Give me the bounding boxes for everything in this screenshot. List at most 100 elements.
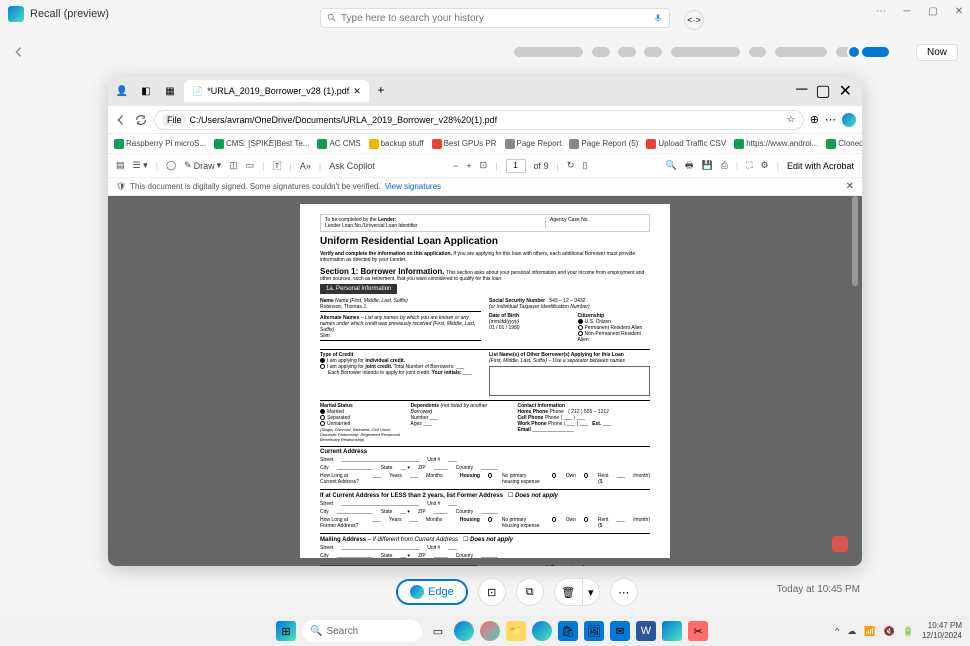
print-icon[interactable]: 🖶 bbox=[685, 158, 694, 174]
highlight-icon[interactable]: ▭ bbox=[246, 160, 255, 171]
refresh-icon[interactable] bbox=[134, 113, 148, 127]
text-icon[interactable]: 🅃 bbox=[273, 159, 282, 172]
page-view-icon[interactable]: ▯ bbox=[582, 160, 587, 171]
more-button[interactable]: ⋯ bbox=[874, 4, 888, 18]
bookmark-item[interactable]: Page Report (5) bbox=[569, 139, 638, 149]
favorite-icon[interactable]: ☆ bbox=[787, 114, 795, 125]
save-as-icon[interactable]: ⎙ bbox=[721, 160, 728, 171]
recall-search-bar[interactable] bbox=[320, 8, 670, 28]
menu-icon[interactable]: ⋯ bbox=[825, 113, 836, 126]
profile-icon[interactable]: 👤 bbox=[112, 81, 132, 101]
browser-minimize[interactable]: ─ bbox=[796, 81, 807, 101]
address-bar[interactable]: File C:/Users/avram/OneDrive/Documents/U… bbox=[154, 110, 804, 130]
edge-icon bbox=[410, 585, 424, 599]
tab-actions-icon[interactable]: ▦ bbox=[160, 81, 180, 101]
store-icon[interactable]: 🛍 bbox=[558, 621, 578, 641]
browser-close[interactable]: ✕ bbox=[839, 81, 852, 101]
recall-taskbar-icon[interactable] bbox=[662, 621, 682, 641]
maximize-button[interactable]: ▢ bbox=[926, 4, 940, 18]
snip-icon[interactable]: ✂ bbox=[688, 621, 708, 641]
bookmark-item[interactable]: CMS: [SPIKE]Best Te... bbox=[214, 139, 309, 149]
recall-search-input[interactable] bbox=[341, 13, 649, 24]
edit-acrobat-button[interactable]: Edit with Acrobat bbox=[787, 161, 854, 171]
draw-color-icon[interactable]: ◯ bbox=[166, 160, 176, 171]
fit-icon[interactable]: ⊡ bbox=[480, 160, 488, 171]
settings-icon[interactable]: ⚙ bbox=[761, 160, 769, 171]
contents-icon[interactable]: ☰ ▾ bbox=[133, 160, 148, 171]
page-total: of 9 bbox=[534, 161, 549, 171]
mic-icon[interactable] bbox=[653, 13, 663, 23]
fullscreen-icon[interactable]: ⛶ bbox=[746, 160, 752, 171]
page-input[interactable] bbox=[506, 159, 526, 173]
close-button[interactable]: ✕ bbox=[952, 4, 966, 18]
screenshot-button[interactable]: ⊡ bbox=[478, 578, 506, 606]
edge-taskbar-icon[interactable] bbox=[454, 621, 474, 641]
save-badge-icon[interactable] bbox=[832, 536, 848, 552]
volume-icon[interactable]: 🔇 bbox=[884, 626, 895, 637]
minimize-button[interactable]: ─ bbox=[900, 4, 914, 18]
bookmark-item[interactable]: Raspberry Pi microS... bbox=[114, 139, 206, 149]
onedrive-icon[interactable]: ☁ bbox=[847, 626, 856, 637]
search-icon: 🔍 bbox=[310, 626, 322, 637]
wifi-icon[interactable]: 📶 bbox=[864, 626, 875, 637]
ask-copilot-button[interactable]: Ask Copilot bbox=[329, 161, 375, 171]
explorer-icon[interactable]: 📁 bbox=[506, 621, 526, 641]
bookmark-item[interactable]: Cloned AOP articles bbox=[826, 139, 862, 149]
draw-button[interactable]: ✎ Draw ▾ bbox=[184, 160, 221, 171]
timeline-playhead[interactable] bbox=[847, 45, 861, 59]
search-icon bbox=[327, 13, 337, 23]
view-signatures-link[interactable]: View signatures bbox=[385, 182, 441, 191]
zoom-out-icon[interactable]: − bbox=[453, 161, 458, 171]
battery-icon[interactable]: 🔋 bbox=[903, 626, 914, 637]
browser-maximize[interactable]: ▢ bbox=[815, 81, 830, 101]
bookmark-item[interactable]: Best GPUs PR bbox=[432, 139, 497, 149]
bookmark-item[interactable]: Page Report bbox=[505, 139, 562, 149]
rotate-icon[interactable]: ↻ bbox=[567, 160, 575, 171]
browser-tab[interactable]: 📄 *URLA_2019_Borrower_v28 (1).pdf ✕ bbox=[184, 80, 369, 102]
bookmarks-bar: Raspberry Pi microS... CMS: [SPIKE]Best T… bbox=[108, 134, 862, 154]
pdf-viewport[interactable]: To be completed by the Lender:Lender Loa… bbox=[108, 196, 862, 566]
address-prefix: File bbox=[163, 114, 186, 126]
bookmark-item[interactable]: AC CMS bbox=[317, 139, 360, 149]
tab-close-icon[interactable]: ✕ bbox=[353, 86, 361, 97]
snapshot-timestamp: Today at 10:45 PM bbox=[777, 584, 860, 595]
copilot-icon[interactable] bbox=[842, 113, 856, 127]
delete-dropdown[interactable]: ▾ bbox=[582, 578, 600, 606]
new-tab-button[interactable]: + bbox=[373, 83, 389, 99]
task-view-icon[interactable]: ▭ bbox=[428, 621, 448, 641]
tray-chevron-icon[interactable]: ^ bbox=[835, 626, 839, 636]
read-aloud-icon[interactable]: A» bbox=[300, 161, 311, 171]
bookmark-item[interactable]: Upload Traffic CSV bbox=[646, 139, 726, 149]
photos-icon[interactable]: 🖼 bbox=[584, 621, 604, 641]
other-borrowers-box bbox=[489, 366, 650, 396]
shield-icon: 🛡 bbox=[116, 182, 126, 191]
bookmark-item[interactable]: https://www.androi... bbox=[734, 139, 818, 149]
edge2-icon[interactable] bbox=[532, 621, 552, 641]
back-nav-icon[interactable] bbox=[114, 113, 128, 127]
code-bracket-button[interactable]: <·> bbox=[684, 10, 704, 30]
start-button[interactable]: ⊞ bbox=[276, 621, 296, 641]
more-actions-button[interactable]: ⋯ bbox=[610, 578, 638, 606]
pdf-tab-1a: 1a. Personal Information bbox=[320, 284, 397, 294]
find-icon[interactable]: 🔍 bbox=[666, 160, 677, 171]
taskbar-clock[interactable]: 10:47 PM 12/10/2024 bbox=[922, 621, 962, 640]
pdf-scrollbar[interactable] bbox=[852, 196, 860, 566]
bookmark-item[interactable]: backup stuff bbox=[369, 139, 424, 149]
copilot-taskbar-icon[interactable] bbox=[480, 621, 500, 641]
zoom-in-icon[interactable]: + bbox=[466, 161, 471, 171]
signature-close-icon[interactable]: ✕ bbox=[846, 181, 854, 192]
sidebar-toggle-icon[interactable]: ▤ bbox=[116, 160, 125, 171]
word-icon[interactable]: W bbox=[636, 621, 656, 641]
back-arrow-icon[interactable] bbox=[12, 45, 26, 59]
delete-button[interactable]: 🗑 bbox=[554, 578, 582, 606]
save-icon[interactable]: 💾 bbox=[701, 160, 712, 171]
workspaces-icon[interactable]: ◧ bbox=[136, 81, 156, 101]
open-edge-button[interactable]: Edge bbox=[396, 579, 468, 605]
now-button[interactable]: Now bbox=[916, 44, 958, 61]
taskbar-search[interactable]: 🔍 Search bbox=[302, 620, 422, 642]
copy-button[interactable]: ⧉ bbox=[516, 578, 544, 606]
outlook-icon[interactable]: ✉ bbox=[610, 621, 630, 641]
erase-icon[interactable]: ◫ bbox=[229, 160, 238, 171]
extensions-icon[interactable]: ⊕ bbox=[810, 113, 819, 126]
timeline-bar[interactable] bbox=[34, 50, 906, 54]
